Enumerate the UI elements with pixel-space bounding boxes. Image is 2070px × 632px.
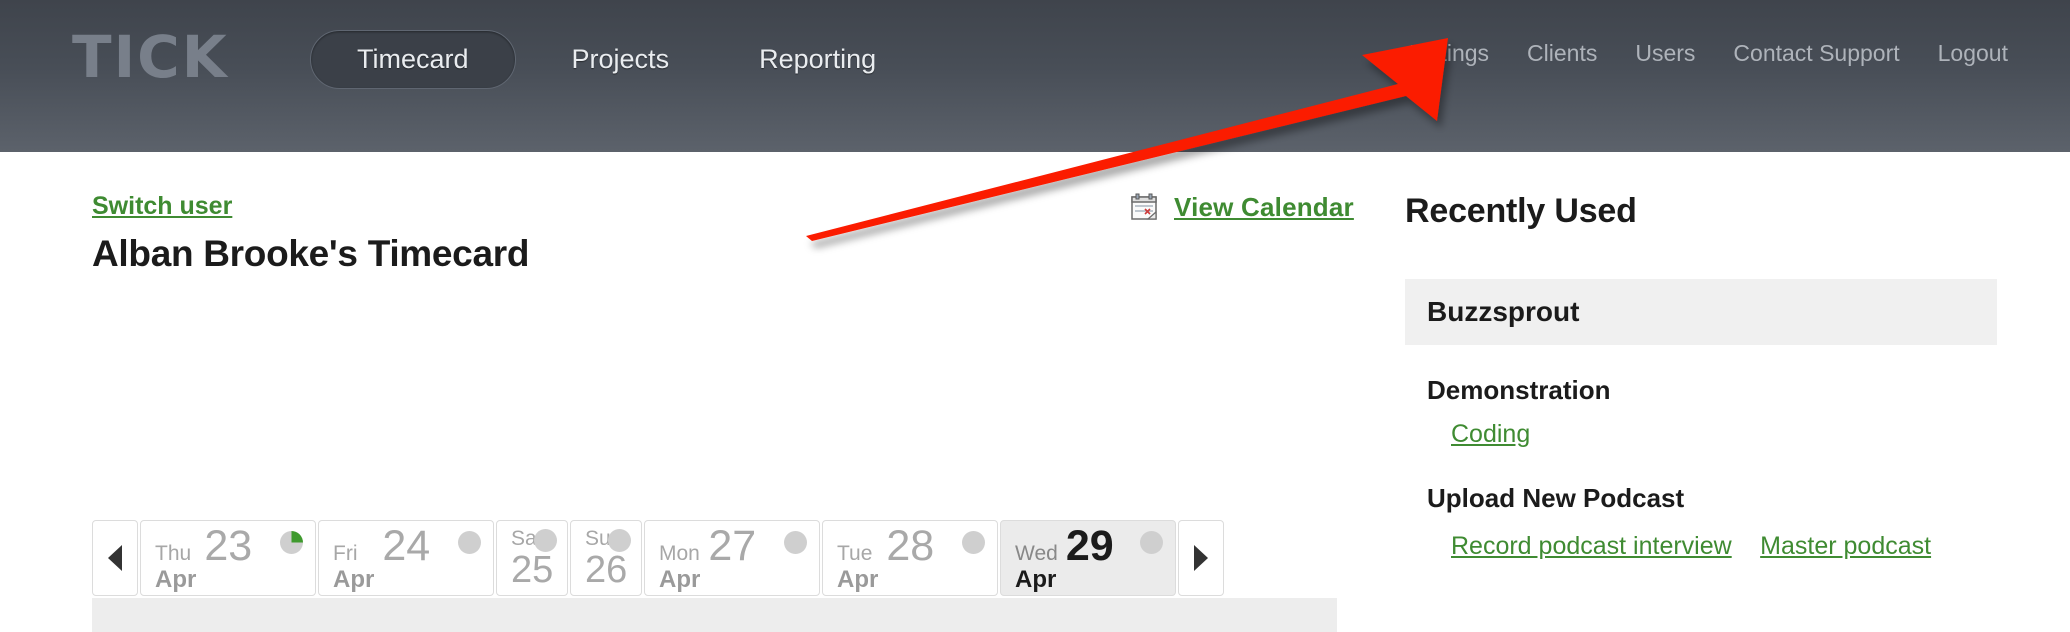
primary-nav: Timecard Projects Reporting	[310, 30, 910, 89]
day-tab-dow: Fri	[333, 541, 358, 565]
client-header-buzzsprout: Buzzsprout	[1405, 279, 1997, 345]
day-tab-month: Apr	[659, 565, 701, 593]
day-progress-dot-icon	[1140, 531, 1163, 554]
day-tab-dow: Wed	[1015, 541, 1058, 565]
day-tab-labels: Wed Apr	[1015, 543, 1058, 592]
task-link-coding[interactable]: Coding	[1451, 420, 1530, 449]
day-tab-month: Apr	[837, 565, 879, 593]
next-week-button[interactable]	[1178, 520, 1224, 596]
day-progress-dot-icon	[962, 531, 985, 554]
nav-item-contact-support[interactable]: Contact Support	[1733, 40, 1899, 67]
day-tab-sun-26[interactable]: Sun 26	[570, 520, 642, 596]
day-tab-wed-apr-29[interactable]: Wed Apr 29	[1000, 520, 1176, 596]
time-entry-form: Project	[92, 598, 1337, 632]
day-tab-labels: Tue Apr	[837, 543, 878, 592]
recently-used-sidebar: Recently Used Buzzsprout Demonstration C…	[1405, 192, 2005, 561]
project-group-demonstration: Demonstration Coding	[1405, 375, 2005, 449]
day-tab-number: 27	[708, 521, 757, 570]
day-tab-month: Apr	[333, 565, 375, 593]
view-calendar[interactable]: View Calendar	[1130, 192, 1354, 223]
day-tab-mon-apr-27[interactable]: Mon Apr 27	[644, 520, 820, 596]
switch-user-link[interactable]: Switch user	[92, 192, 232, 221]
nav-item-logout[interactable]: Logout	[1938, 40, 2008, 67]
task-link-record-podcast-interview[interactable]: Record podcast interview	[1451, 532, 1732, 561]
nav-item-settings[interactable]: Settings	[1406, 40, 1489, 67]
content-panel: Switch user Alban Brooke's Timecard View…	[20, 152, 2050, 632]
nav-item-projects[interactable]: Projects	[538, 30, 704, 89]
page-title: Alban Brooke's Timecard	[92, 233, 530, 274]
day-progress-dot-icon	[458, 531, 481, 554]
client-name: Buzzsprout	[1427, 296, 1580, 327]
calendar-icon	[1130, 193, 1160, 223]
day-progress-dot-icon	[608, 529, 631, 552]
day-progress-dot-icon	[534, 529, 557, 552]
day-tab-labels: Mon Apr	[659, 543, 700, 592]
day-tab-number: 24	[382, 521, 431, 570]
day-tab-number: 29	[1065, 521, 1114, 570]
nav-item-reporting[interactable]: Reporting	[725, 30, 910, 89]
day-tab-labels: Fri Apr	[333, 543, 374, 592]
day-tab-number: 26	[585, 548, 628, 591]
project-name: Upload New Podcast	[1427, 483, 1685, 513]
day-tab-month: Apr	[1015, 565, 1057, 593]
day-tab-content: Wed Apr 29	[1015, 521, 1114, 592]
task-link-master-podcast[interactable]: Master podcast	[1760, 532, 1931, 561]
chevron-right-icon	[1194, 545, 1208, 571]
day-tab-number: 28	[886, 521, 935, 570]
tick-logo: TICK	[72, 23, 229, 91]
nav-item-clients[interactable]: Clients	[1527, 40, 1597, 67]
day-tab-content: Fri Apr 24	[333, 521, 431, 592]
day-tab-tue-apr-28[interactable]: Tue Apr 28	[822, 520, 998, 596]
day-tab-month: Apr	[155, 565, 197, 593]
day-tab-number: 25	[511, 548, 554, 591]
prev-week-button[interactable]	[92, 520, 138, 596]
day-tab-content: Tue Apr 28	[837, 521, 935, 592]
nav-item-timecard[interactable]: Timecard	[310, 30, 516, 89]
day-tab-number: 23	[204, 521, 253, 570]
day-tab-fri-apr-24[interactable]: Fri Apr 24	[318, 520, 494, 596]
day-progress-dot-icon	[784, 531, 807, 554]
app-header: TICK Timecard Projects Reporting Setting…	[0, 0, 2070, 152]
day-tab-dow: Tue	[837, 541, 873, 565]
day-tab-thu-apr-23[interactable]: Thu Apr 23	[140, 520, 316, 596]
day-tab-dow: Mon	[659, 541, 700, 565]
day-tab-labels: Thu Apr	[155, 543, 196, 592]
nav-item-users[interactable]: Users	[1635, 40, 1695, 67]
chevron-left-icon	[108, 545, 122, 571]
project-group-upload-new-podcast: Upload New Podcast Record podcast interv…	[1405, 483, 2005, 561]
secondary-nav: Settings Clients Users Contact Support L…	[1406, 40, 2008, 67]
day-progress-pie-icon	[280, 531, 303, 554]
project-name: Demonstration	[1427, 375, 1611, 405]
day-tab-sat-25[interactable]: Sat 25	[496, 520, 568, 596]
day-tab-content: Mon Apr 27	[659, 521, 757, 592]
tick-timecard-app: TICK Timecard Projects Reporting Setting…	[0, 0, 2070, 632]
sidebar-title: Recently Used	[1405, 192, 1637, 230]
day-tab-dow: Thu	[155, 541, 192, 565]
day-tab-content: Thu Apr 23	[155, 521, 253, 592]
view-calendar-label[interactable]: View Calendar	[1174, 192, 1354, 223]
date-selector: Thu Apr 23 Fri Apr 24 Sat 25 Sun 26 Mon …	[92, 520, 1226, 596]
